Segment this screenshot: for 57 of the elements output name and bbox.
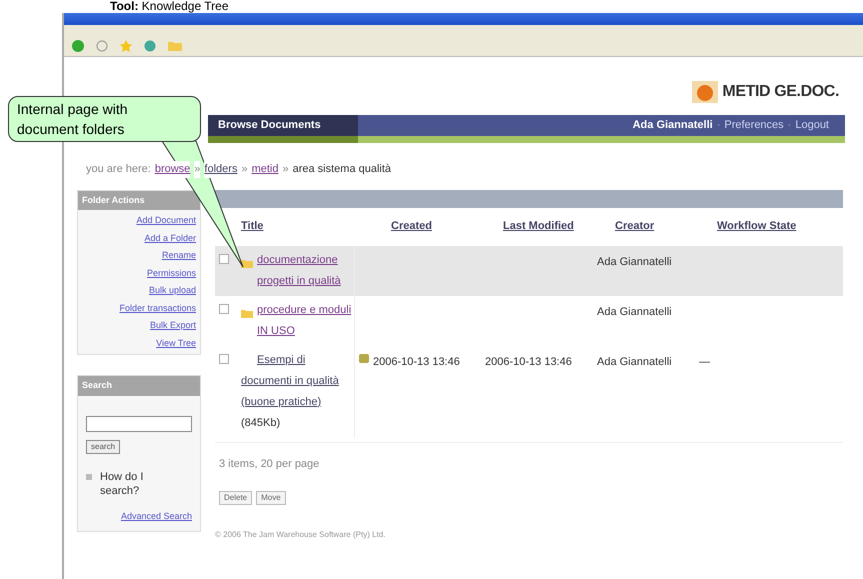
breadcrumb-separator: » [194, 161, 200, 178]
breadcrumb-link[interactable]: browse [154, 161, 190, 178]
footer-text: © 2006 The Jam Warehouse Software (Pty) Ltd. [215, 530, 386, 538]
row-checkbox[interactable] [219, 354, 229, 364]
table-row[interactable]: documentazione progetti in qualità Ada Giannatelli [215, 246, 843, 296]
breadcrumb-prefix: you are here: [86, 161, 151, 178]
action-link[interactable]: Permissions [146, 266, 196, 280]
callout: Internal page with document folders [8, 96, 201, 142]
advanced-search-link[interactable]: Advanced Search [120, 510, 192, 523]
file-size: (845Kb) [241, 416, 280, 428]
action-link[interactable]: View Tree [156, 336, 196, 350]
slide-title: Tool: Knowledge Tree [110, 0, 228, 13]
breadcrumb-link[interactable]: folders [204, 161, 238, 178]
bullet-icon [86, 474, 92, 480]
search-field[interactable] [86, 416, 192, 432]
document-icon [359, 354, 369, 362]
nav-tab[interactable]: Browse Documents [208, 115, 358, 143]
action-button[interactable]: Delete [219, 490, 252, 504]
table-cell: 2006-10-13 13:46 [485, 356, 572, 368]
table-cell: 2006-10-13 13:46 [373, 356, 460, 368]
table-cell: Ada Giannatelli [597, 256, 672, 268]
folder-icon [241, 308, 253, 318]
column-header[interactable]: Creator [615, 220, 654, 232]
panel-header: Folder Actions [78, 190, 200, 210]
help-text: How do I search? [100, 470, 144, 498]
folder-icon[interactable] [168, 40, 182, 51]
action-link[interactable]: Add a Folder [144, 232, 196, 245]
user-name: Ada Giannatelli [632, 118, 713, 134]
column-header[interactable]: Workflow State [717, 220, 796, 232]
table-cell: Ada Giannatelli [597, 356, 672, 368]
nav-separator: · [788, 118, 792, 134]
action-link[interactable]: Bulk upload [148, 284, 196, 298]
breadcrumb-current: area sistema qualità [292, 162, 392, 177]
table-row[interactable]: procedure e moduli IN USO Ada Giannatelli [215, 296, 843, 346]
title-link[interactable]: Esempi di documenti in qualità (buone pratiche) [241, 350, 354, 412]
action-link[interactable]: Add Document [136, 214, 196, 228]
nav-link[interactable]: Logout [795, 117, 829, 134]
row-checkbox[interactable] [219, 254, 229, 264]
column-header[interactable]: Created [391, 220, 432, 232]
folder-icon [241, 258, 253, 268]
table-cell: Ada Giannatelli [597, 306, 672, 318]
table-cell: — [699, 356, 710, 368]
title-link[interactable]: procedure e moduli IN USO [241, 300, 354, 342]
nav-link[interactable]: Preferences [724, 117, 784, 134]
action-link[interactable]: Folder transactions [119, 302, 196, 315]
action-link[interactable]: Bulk Export [150, 319, 196, 332]
items-summary: 3 items, 20 per page [219, 458, 320, 470]
logo-text: METID GE.DOC. [722, 82, 839, 102]
column-header[interactable]: Last Modified [503, 220, 574, 232]
action-link[interactable]: Rename [162, 249, 196, 262]
action-button[interactable]: Move [256, 490, 286, 504]
column-header[interactable]: Title [241, 220, 264, 232]
star-icon[interactable] [120, 40, 132, 52]
panel-header: Search [78, 376, 200, 396]
search-button[interactable]: search [86, 440, 120, 454]
nav-separator: · [716, 118, 720, 134]
row-checkbox[interactable] [219, 304, 229, 314]
